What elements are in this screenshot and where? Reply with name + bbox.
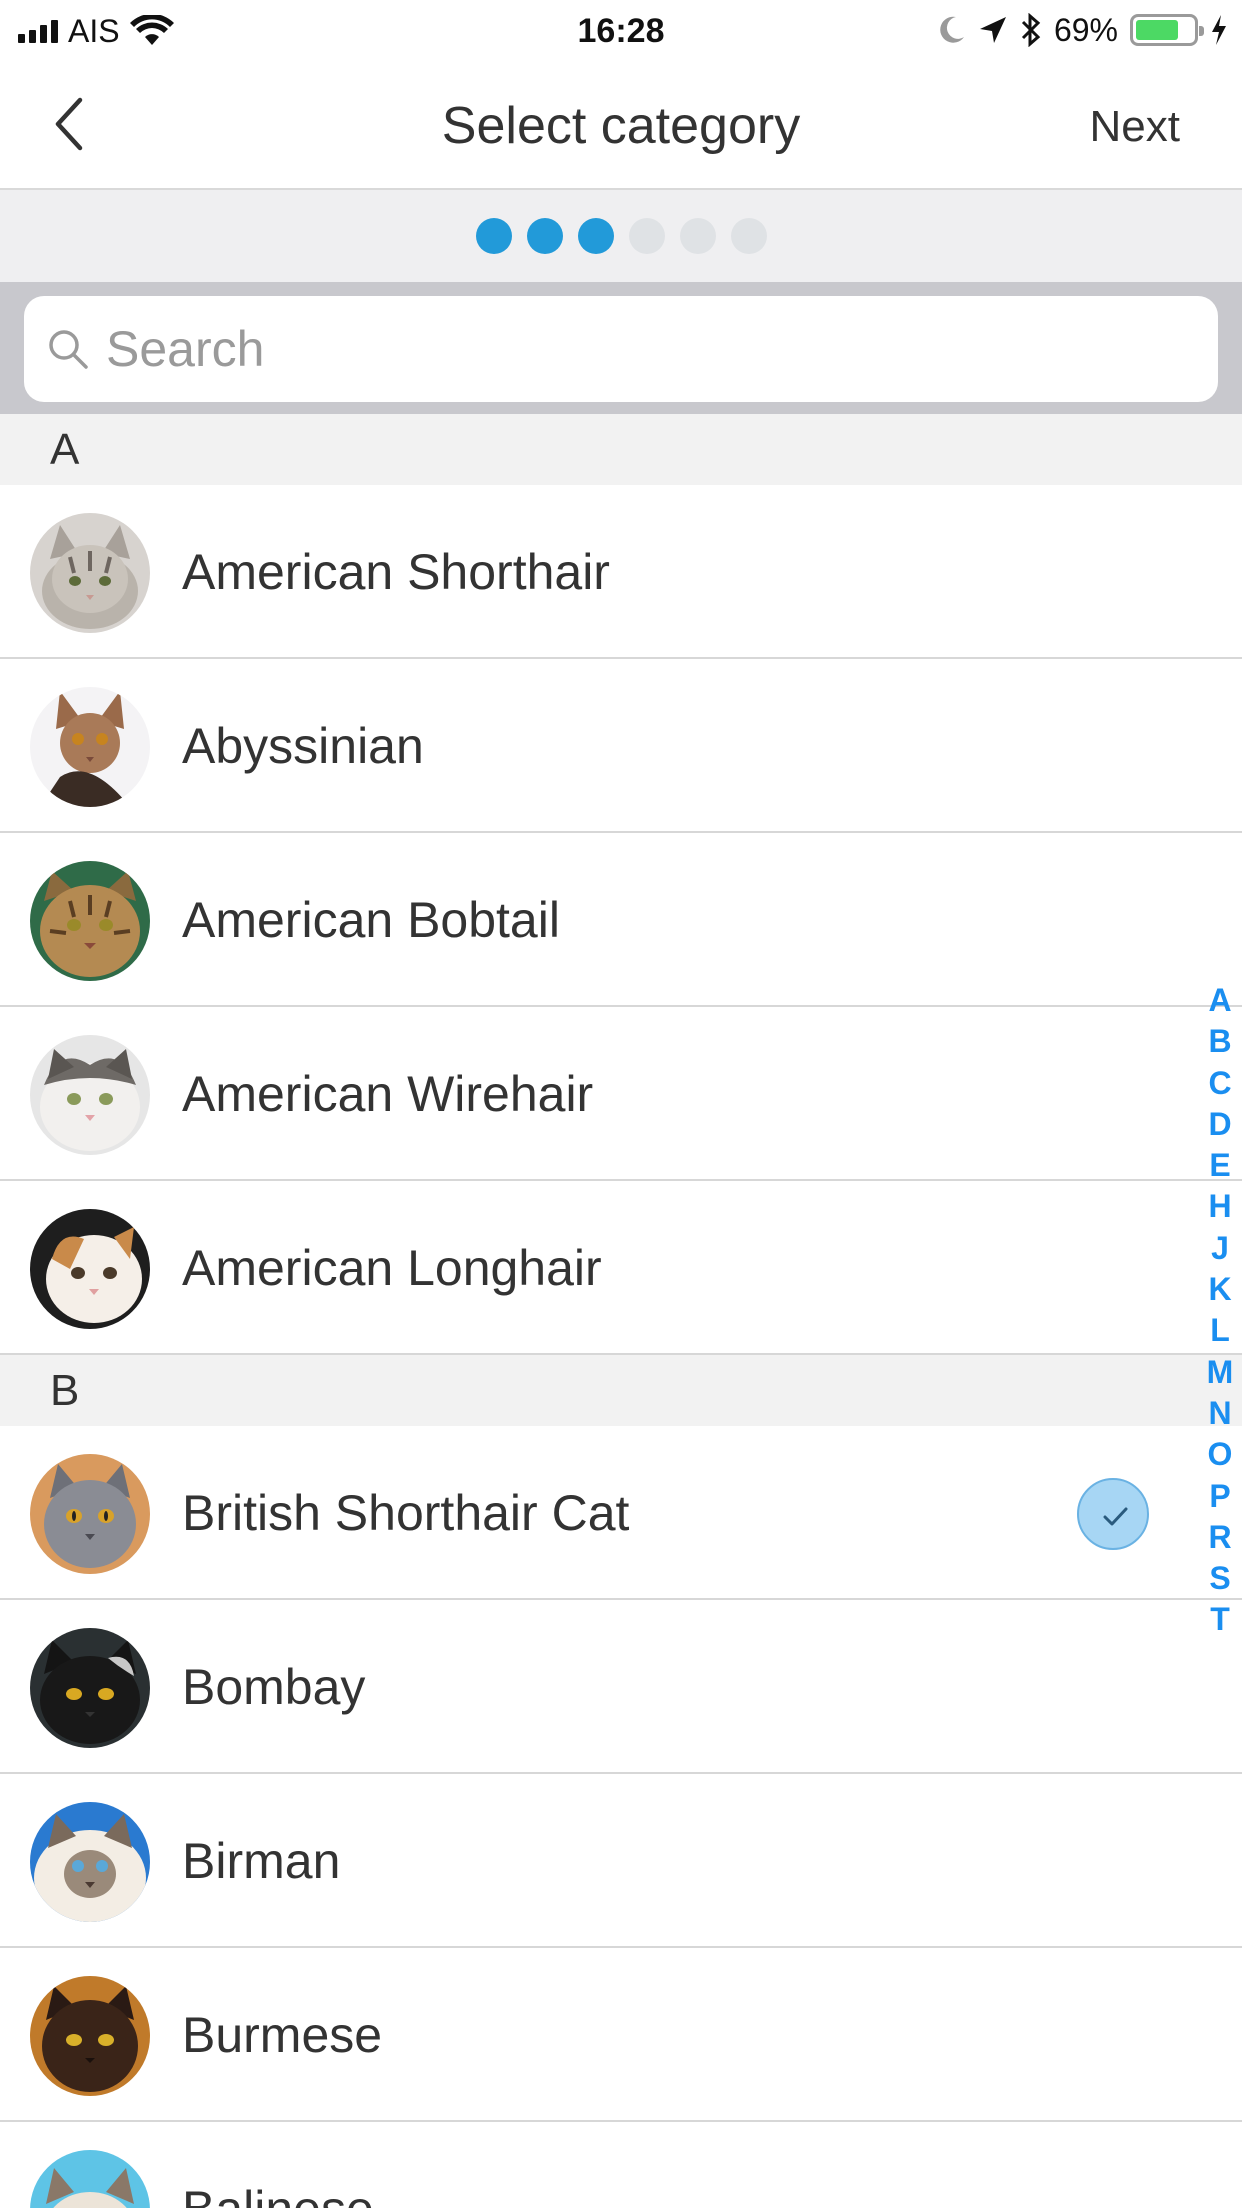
list-item-balinese[interactable]: Balinese [0, 2122, 1242, 2208]
cat-photo-icon [30, 861, 150, 981]
index-letter-j[interactable]: J [1211, 1228, 1229, 1269]
battery-fill [1136, 20, 1178, 40]
index-letter-p[interactable]: P [1209, 1476, 1230, 1517]
avatar [30, 1976, 150, 2096]
step-dot-5 [679, 218, 716, 254]
step-progress [0, 190, 1242, 282]
selected-checkmark [1077, 1478, 1149, 1550]
cat-photo-icon [30, 1628, 150, 1748]
list-item-label: American Wirehair [182, 1066, 594, 1122]
step-dot-2 [526, 218, 563, 254]
checkmark-icon [1103, 1507, 1128, 1526]
index-letter-c[interactable]: C [1208, 1063, 1231, 1104]
moon-icon [940, 16, 964, 43]
list-item-american-longhair[interactable]: American Longhair [0, 1181, 1242, 1355]
location-arrow-icon [979, 17, 1006, 43]
index-letter-n[interactable]: N [1208, 1393, 1231, 1434]
search-icon [49, 330, 88, 369]
next-button[interactable]: Next [1090, 102, 1180, 152]
avatar [30, 687, 150, 807]
step-dot-3 [577, 218, 614, 254]
list-item-american-bobtail[interactable]: American Bobtail [0, 833, 1242, 1007]
list-item-label: Abyssinian [182, 718, 424, 774]
list-item-abyssinian[interactable]: Abyssinian [0, 659, 1242, 833]
list-item-american-shorthair[interactable]: American Shorthair [0, 485, 1242, 659]
list-item-label: American Shorthair [182, 544, 610, 600]
index-letter-m[interactable]: M [1207, 1352, 1234, 1393]
list-item-birman[interactable]: Birman [0, 1774, 1242, 1948]
alphabet-index[interactable]: A B C D E H J K L M N O P R S T [1198, 980, 1242, 1641]
avatar [30, 513, 150, 633]
step-dot-6 [730, 218, 767, 254]
cat-photo-icon [30, 687, 150, 807]
list-item-label: Balinese [182, 2122, 374, 2208]
list-item-label: Birman [182, 1833, 341, 1889]
avatar [30, 1628, 150, 1748]
avatar [30, 861, 150, 981]
avatar [30, 1209, 150, 1329]
index-letter-r[interactable]: R [1208, 1517, 1231, 1558]
section-header-b: B [0, 1355, 1242, 1426]
avatar [30, 2150, 150, 2208]
search-bar [0, 282, 1242, 414]
cat-photo-icon [30, 1035, 150, 1155]
list-item-label: Bombay [182, 1659, 366, 1715]
search-input[interactable] [106, 309, 1156, 389]
charging-bolt-icon [1212, 15, 1226, 45]
list-item-american-wirehair[interactable]: American Wirehair [0, 1007, 1242, 1181]
navigation-bar: Select category Next [0, 62, 1242, 190]
index-letter-e[interactable]: E [1209, 1145, 1230, 1186]
index-letter-d[interactable]: D [1208, 1104, 1231, 1145]
status-bar: AIS 16:28 69% [0, 0, 1242, 62]
battery-icon [1130, 14, 1204, 46]
cat-photo-icon [30, 2150, 150, 2208]
list-item-label: American Bobtail [182, 892, 560, 948]
cat-photo-icon [30, 1976, 150, 2096]
index-letter-k[interactable]: K [1208, 1269, 1231, 1310]
list-item-british-shorthair-cat[interactable]: British Shorthair Cat [0, 1426, 1242, 1600]
category-list: A American Shorthair Abyssinian American… [0, 414, 1242, 2208]
index-letter-t[interactable]: T [1210, 1599, 1230, 1640]
list-item-burmese[interactable]: Burmese [0, 1948, 1242, 2122]
avatar [30, 1454, 150, 1574]
cat-photo-icon [30, 1802, 150, 1922]
cat-photo-icon [30, 1454, 150, 1574]
avatar [30, 1802, 150, 1922]
battery-percent: 69% [1053, 11, 1118, 48]
index-letter-a[interactable]: A [1208, 980, 1231, 1021]
cat-photo-icon [30, 513, 150, 633]
section-header-a: A [0, 414, 1242, 485]
avatar [30, 1035, 150, 1155]
step-dot-1 [475, 218, 512, 254]
step-dot-4 [628, 218, 665, 254]
search-box[interactable] [24, 296, 1218, 402]
index-letter-s[interactable]: S [1209, 1558, 1230, 1599]
list-item-label: Burmese [182, 2007, 383, 2063]
page-title: Select category [441, 97, 801, 155]
status-right: 69% [938, 12, 1228, 48]
list-item-label: American Longhair [182, 1240, 602, 1296]
index-letter-o[interactable]: O [1208, 1434, 1233, 1475]
index-letter-h[interactable]: H [1208, 1186, 1231, 1227]
index-letter-l[interactable]: L [1210, 1310, 1230, 1351]
cat-photo-icon [30, 1209, 150, 1329]
list-item-bombay[interactable]: Bombay [0, 1600, 1242, 1774]
index-letter-b[interactable]: B [1208, 1021, 1231, 1062]
list-item-label: British Shorthair Cat [182, 1485, 630, 1541]
bluetooth-icon [1021, 13, 1041, 47]
